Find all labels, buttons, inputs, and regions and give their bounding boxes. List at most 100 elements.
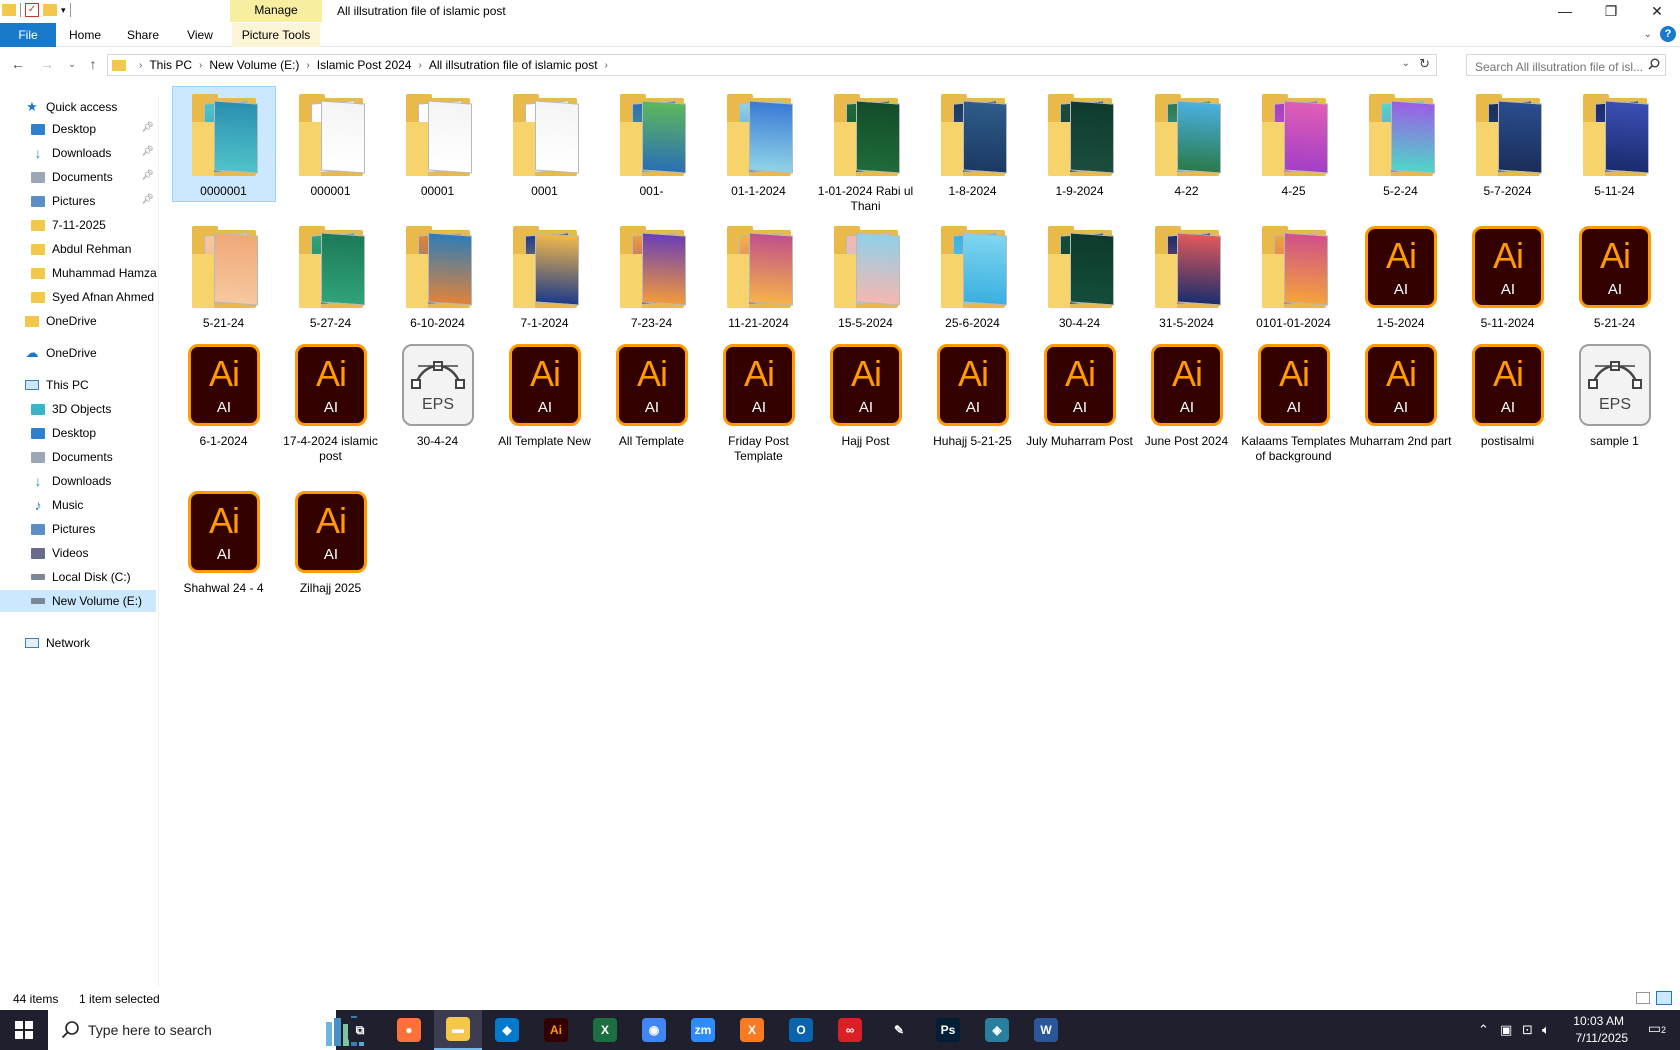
- pin-icon[interactable]: 📌︎: [141, 194, 154, 205]
- breadcrumb-current-folder[interactable]: All illsutration file of islamic post: [429, 58, 598, 72]
- breadcrumb-islamic-post[interactable]: Islamic Post 2024: [317, 58, 412, 72]
- chevron-right-icon[interactable]: ›: [306, 60, 309, 71]
- folder-item[interactable]: 1-9-2024: [1026, 86, 1133, 226]
- nav-this-pc-item[interactable]: Documents: [30, 446, 158, 468]
- nav-quick-access-item[interactable]: 7-11-2025: [30, 214, 158, 236]
- file-item[interactable]: Ai AI Friday Post Template: [705, 336, 812, 476]
- file-item[interactable]: Ai AI July Muharram Post: [1026, 336, 1133, 476]
- nav-quick-access-item[interactable]: Syed Afnan Ahmed: [30, 286, 158, 308]
- network-tray-icon[interactable]: ⊡: [1522, 1022, 1533, 1038]
- refresh-icon[interactable]: ↻: [1419, 56, 1430, 72]
- properties-icon[interactable]: ✓: [25, 3, 39, 17]
- manage-contextual-tab[interactable]: Manage: [230, 0, 322, 22]
- chevron-right-icon[interactable]: ›: [139, 60, 142, 71]
- folder-item[interactable]: 000001: [277, 86, 384, 226]
- tab-home[interactable]: Home: [60, 23, 110, 47]
- chevron-right-icon[interactable]: ›: [605, 60, 608, 71]
- nav-this-pc-item[interactable]: ↓ Downloads: [30, 470, 158, 492]
- start-button[interactable]: [0, 1010, 48, 1050]
- folder-item[interactable]: 5-2-24: [1347, 86, 1454, 226]
- nav-quick-access-item[interactable]: ↓ Downloads 📌︎: [30, 142, 158, 164]
- notification-icon[interactable]: ▭2: [1648, 1020, 1666, 1037]
- restore-button[interactable]: ❐: [1588, 0, 1634, 22]
- customize-toolbar-icon[interactable]: ▾: [61, 5, 66, 16]
- folder-item[interactable]: 4-25: [1240, 86, 1347, 226]
- clock-date[interactable]: 7/11/2025: [1576, 1031, 1629, 1045]
- folder-item[interactable]: 00001: [384, 86, 491, 226]
- nav-this-pc-item[interactable]: Local Disk (C:): [30, 566, 158, 588]
- clock-time[interactable]: 10:03 AM: [1573, 1014, 1624, 1028]
- file-item[interactable]: Ai AI Shahwal 24 - 4: [170, 483, 277, 623]
- file-item[interactable]: Ai AI Huhajj 5-21-25: [919, 336, 1026, 476]
- recent-locations-icon[interactable]: ⌄: [62, 54, 82, 74]
- forward-icon[interactable]: →: [37, 54, 57, 74]
- nav-this-pc-item[interactable]: Pictures: [30, 518, 158, 540]
- up-icon[interactable]: ↑: [83, 54, 103, 74]
- nav-onedrive-personal[interactable]: OneDrive: [24, 310, 158, 332]
- taskbar-app-firefox[interactable]: ●: [385, 1010, 433, 1050]
- taskbar-app-chrome[interactable]: ◉: [630, 1010, 678, 1050]
- minimize-button[interactable]: —: [1542, 0, 1588, 22]
- pin-icon[interactable]: 📌︎: [141, 170, 154, 181]
- breadcrumb-new-volume[interactable]: New Volume (E:): [209, 58, 299, 72]
- new-folder-icon[interactable]: [43, 4, 57, 16]
- chevron-right-icon[interactable]: ›: [418, 60, 421, 71]
- folder-item[interactable]: 1-8-2024: [919, 86, 1026, 226]
- taskbar-app-xampp[interactable]: X: [728, 1010, 776, 1050]
- file-item[interactable]: Ai AI Kalaams Templates of background: [1240, 336, 1347, 476]
- file-item[interactable]: EPS 30-4-24: [384, 336, 491, 476]
- taskbar-app-vscode[interactable]: ◆: [483, 1010, 531, 1050]
- folder-item[interactable]: 0000001: [170, 86, 277, 226]
- nav-quick-access-item[interactable]: Pictures 📌︎: [30, 190, 158, 212]
- pane-divider[interactable]: [158, 96, 159, 986]
- file-item[interactable]: EPS sample 1: [1561, 336, 1668, 476]
- pin-icon[interactable]: 📌︎: [141, 122, 154, 133]
- file-item[interactable]: Ai AI Hajj Post: [812, 336, 919, 476]
- nav-this-pc-item[interactable]: New Volume (E:): [0, 590, 156, 612]
- taskbar-app-word[interactable]: W: [1022, 1010, 1070, 1050]
- tab-picture-tools[interactable]: Picture Tools: [232, 23, 320, 47]
- taskbar-app-file-explorer[interactable]: ▬: [434, 1010, 482, 1050]
- taskbar-search-box[interactable]: Type here to search: [48, 1010, 364, 1050]
- taskbar-app-app-diamond[interactable]: ◈: [973, 1010, 1021, 1050]
- file-item[interactable]: Ai AI All Template: [598, 336, 705, 476]
- folder-item[interactable]: 01-1-2024: [705, 86, 812, 226]
- taskbar-app-photoshop[interactable]: Ps: [924, 1010, 972, 1050]
- chevron-down-icon[interactable]: ⌄: [1402, 58, 1410, 69]
- nav-this-pc-item[interactable]: Videos: [30, 542, 158, 564]
- chevron-up-icon[interactable]: ⌃: [1478, 1022, 1489, 1038]
- nav-this-pc-item[interactable]: ♪ Music: [30, 494, 158, 516]
- file-item[interactable]: Ai AI postisalmi: [1454, 336, 1561, 476]
- taskbar-app-creative-cloud[interactable]: ∞: [826, 1010, 874, 1050]
- tab-file[interactable]: File: [0, 23, 56, 47]
- file-item[interactable]: Ai AI Zilhajj 2025: [277, 483, 384, 623]
- nav-quick-access[interactable]: ★ Quick access: [24, 96, 158, 118]
- chevron-right-icon[interactable]: ›: [199, 60, 202, 71]
- file-item[interactable]: Ai AI June Post 2024: [1133, 336, 1240, 476]
- file-item[interactable]: Ai AI Muharram 2nd part: [1347, 336, 1454, 476]
- file-item[interactable]: Ai AI All Template New: [491, 336, 598, 476]
- device-icon[interactable]: ▣: [1500, 1022, 1512, 1038]
- tab-share[interactable]: Share: [118, 23, 168, 47]
- nav-quick-access-item[interactable]: Desktop 📌︎: [30, 118, 158, 140]
- address-bar[interactable]: › This PC › New Volume (E:) › Islamic Po…: [107, 54, 1437, 76]
- taskbar-app-illustrator[interactable]: Ai: [532, 1010, 580, 1050]
- folder-item[interactable]: 5-7-2024: [1454, 86, 1561, 226]
- pin-icon[interactable]: 📌︎: [141, 146, 154, 157]
- folder-item[interactable]: 001-: [598, 86, 705, 226]
- nav-this-pc[interactable]: This PC: [24, 374, 158, 396]
- folder-item[interactable]: 5-11-24: [1561, 86, 1668, 226]
- nav-quick-access-item[interactable]: Muhammad Hamza: [30, 262, 158, 284]
- volume-icon[interactable]: 🔈︎: [1542, 1022, 1550, 1038]
- nav-this-pc-item[interactable]: 3D Objects: [30, 398, 158, 420]
- nav-network[interactable]: Network: [24, 632, 158, 654]
- close-button[interactable]: ✕: [1634, 0, 1680, 22]
- taskbar-app-outlook[interactable]: O: [777, 1010, 825, 1050]
- expand-ribbon-icon[interactable]: ⌄: [1644, 29, 1652, 40]
- file-item[interactable]: Ai AI 17-4-2024 islamic post: [277, 336, 384, 476]
- nav-this-pc-item[interactable]: Desktop: [30, 422, 158, 444]
- folder-item[interactable]: 4-22: [1133, 86, 1240, 226]
- taskbar-app-excel[interactable]: X: [581, 1010, 629, 1050]
- nav-quick-access-item[interactable]: Abdul Rehman: [30, 238, 158, 260]
- breadcrumb-this-pc[interactable]: This PC: [149, 58, 192, 72]
